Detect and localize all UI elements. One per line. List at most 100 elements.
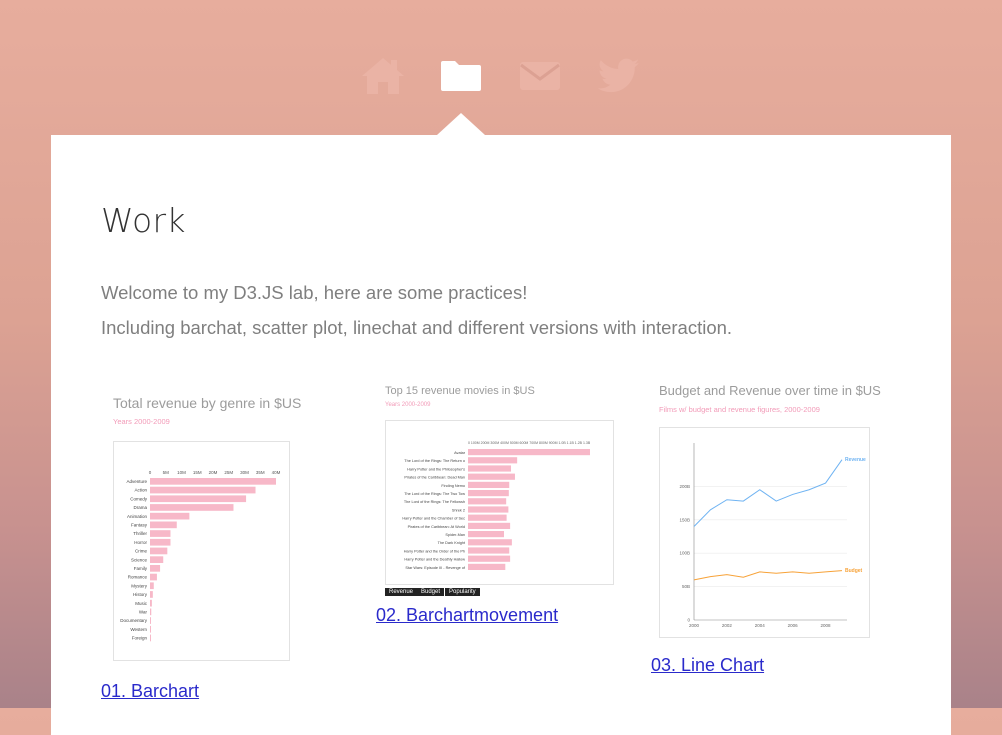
y-tick-label: 100B (679, 551, 690, 556)
nav-work[interactable] (437, 52, 485, 100)
x-tick-label: 2002 (722, 623, 733, 628)
bar (468, 481, 510, 488)
axis-ticks-label: 0 100M 200M 300M 400M 500M 600M 700M 800… (468, 441, 591, 445)
bar (150, 625, 151, 633)
bar (468, 457, 518, 464)
x-tick-label: 20M (209, 470, 218, 475)
y-tick-label: 200B (679, 484, 690, 489)
category-label: Fantasy (131, 523, 148, 528)
x-tick-label: 30M (240, 470, 249, 475)
nav-twitter[interactable] (595, 52, 643, 100)
category-label: Harry Potter and the Deathly Hallow (404, 558, 465, 562)
x-tick-label: 2008 (821, 623, 832, 628)
category-label: Documentary (120, 618, 148, 623)
category-label: Mystery (131, 583, 148, 588)
bar (150, 573, 157, 581)
project-card-barchart: Total revenue by genre in $US Years 2000… (101, 385, 311, 701)
x-tick-label: 2000 (689, 623, 700, 628)
bar (468, 563, 506, 570)
barchart-link[interactable]: 01. Barchart (101, 681, 199, 702)
bar (150, 556, 164, 563)
nav-home[interactable] (359, 52, 407, 100)
twitter-icon (598, 58, 640, 93)
category-label: Thriller (133, 531, 147, 536)
category-label: Harry Potter and the Chamber of Sec (402, 517, 465, 521)
category-label: Finding Nemo (441, 484, 465, 488)
intro-line-1: Welcome to my D3.JS lab, here are some p… (101, 282, 528, 303)
category-label: Foreign (132, 636, 148, 641)
series-label-budget: Budget (845, 568, 863, 574)
bar (468, 473, 515, 480)
y-tick-label: 0 (687, 618, 690, 623)
folder-icon (441, 61, 481, 91)
thumb-subtitle: Years 2000-2009 (113, 417, 170, 426)
category-label: Action (134, 488, 147, 493)
x-tick-label: 2006 (788, 623, 799, 628)
bar (150, 512, 190, 520)
bar (468, 490, 509, 497)
chart-frame[interactable]: 0 100M 200M 300M 400M 500M 600M 700M 800… (385, 420, 614, 585)
y-tick-label: 50B (682, 584, 690, 589)
category-label: Crime (135, 549, 147, 554)
category-label: The Lord of the Rings: The Return o (404, 459, 465, 463)
bar (150, 608, 152, 616)
bar (468, 539, 512, 546)
chart-frame[interactable]: 0 50B 100B 150B 200B 2000 2002 2004 2006 2008 Reve… (659, 427, 870, 638)
bar (150, 486, 256, 494)
category-label: Harry Potter and the Order of the Ph (404, 549, 465, 553)
linechart-link[interactable]: 03. Line Chart (651, 655, 764, 676)
project-card-barchartmovement: Top 15 revenue movies in $US Years 2000-… (376, 385, 616, 625)
bar (150, 521, 177, 529)
thumb-subtitle: Films w/ budget and revenue figures, 200… (659, 405, 820, 414)
top-nav (0, 52, 1002, 100)
intro-line-2: Including barchat, scatter plot, linecha… (101, 317, 733, 338)
bar (150, 538, 171, 546)
chart-frame[interactable]: 0 5M 10M 15M 20M 25M 30M 35M 40M Adventure Action C… (113, 441, 290, 661)
budget-button[interactable]: Budget (417, 588, 445, 596)
category-label: The Lord of the Rings: The Fellowsh (404, 500, 465, 504)
bar (468, 555, 511, 562)
category-label: Horror (134, 540, 147, 545)
category-label: Pirates of the Caribbean: Dead Man (404, 476, 465, 480)
category-label: Pirates of the Caribbean: At World (408, 525, 465, 529)
x-tick-label: 40M (272, 470, 281, 475)
revenue-button[interactable]: Revenue (385, 588, 418, 596)
page-title: Work (101, 201, 186, 240)
bar (150, 634, 151, 642)
bar (150, 565, 161, 572)
bar (150, 591, 153, 598)
category-label: Star Wars: Episode III - Revenge of (405, 566, 466, 570)
bar (150, 504, 234, 511)
x-tick-label: 15M (193, 470, 202, 475)
x-tick-label: 5M (163, 470, 170, 475)
category-label: Family (134, 566, 148, 571)
category-label: Adventure (126, 479, 147, 484)
category-label: Shrek 2 (452, 508, 465, 512)
work-panel: Work Welcome to my D3.JS lab, here are s… (51, 135, 951, 735)
project-card-linechart: Budget and Revenue over time in $US Film… (651, 383, 891, 685)
bar (468, 547, 510, 554)
bar (150, 478, 276, 485)
series-label-revenue: Revenue (845, 457, 866, 463)
series-line-revenue (693, 459, 843, 527)
bar (468, 449, 590, 456)
bar (150, 599, 152, 607)
nav-contact[interactable] (516, 52, 564, 100)
category-label: Drama (133, 505, 147, 510)
category-label: Romance (128, 575, 148, 580)
popularity-button[interactable]: Popularity (445, 588, 480, 596)
bar (468, 531, 504, 538)
intro-text: Welcome to my D3.JS lab, here are some p… (101, 275, 732, 345)
bar (468, 506, 509, 513)
barchartmovement-link[interactable]: 02. Barchartmovement (376, 605, 558, 626)
category-label: Avatar (454, 451, 466, 455)
category-label: Music (135, 601, 148, 606)
category-label: Science (131, 557, 148, 562)
barchart-thumbnail: 0 5M 10M 15M 20M 25M 30M 35M 40M Adventure Action C… (120, 470, 281, 642)
category-label: The Dark Knight (438, 541, 466, 545)
x-tick-label: 2004 (755, 623, 766, 628)
bar (150, 617, 151, 624)
category-label: History (133, 592, 148, 597)
thumb-title: Total revenue by genre in $US (113, 395, 302, 411)
envelope-icon (520, 62, 560, 90)
